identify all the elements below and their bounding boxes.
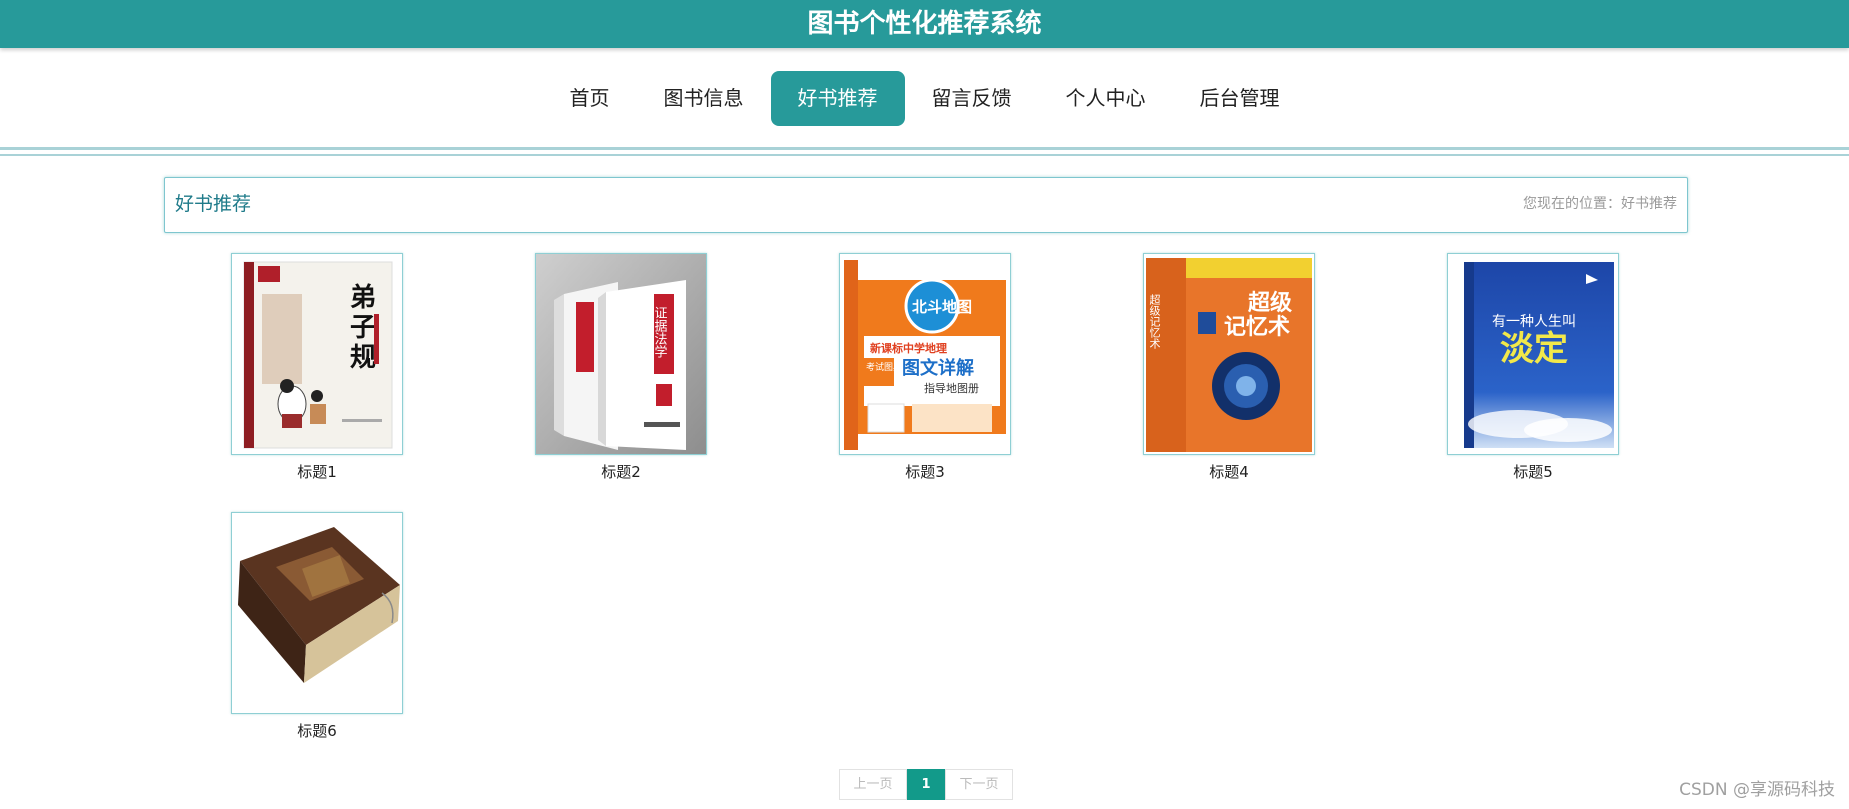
book-1-char-2: 子	[350, 313, 376, 343]
book-title-5[interactable]: 标题5	[1447, 461, 1619, 482]
book-title-2[interactable]: 标题2	[535, 461, 707, 482]
nav-item-book-info[interactable]: 图书信息	[637, 71, 771, 126]
nav-item-admin[interactable]: 后台管理	[1173, 71, 1307, 126]
book-3-badge: 考试图典	[866, 361, 902, 372]
book-4-spine-title: 超级记忆术	[1148, 293, 1161, 350]
breadcrumb: 您现在的位置：好书推荐	[1523, 196, 1677, 212]
book-cover-4[interactable]: 超级记忆术 超级 记忆术	[1143, 253, 1315, 455]
book-cover-3[interactable]: 北斗地图 新课标中学地理 图文详解 指导地图册 考试图典	[839, 253, 1011, 455]
book-cover-image-2: 证据法学	[536, 254, 706, 454]
prev-page-button[interactable]: 上一页	[839, 769, 907, 800]
book-cover-image-5: 有一种人生叫 淡定	[1448, 254, 1618, 454]
section-title: 好书推荐	[175, 193, 252, 215]
nav-item-feedback[interactable]: 留言反馈	[905, 71, 1039, 126]
watermark: CSDN @享源码科技	[1679, 780, 1835, 800]
book-5-subtitle: 有一种人生叫	[1492, 313, 1576, 329]
book-cover-image-6	[232, 513, 402, 713]
book-cover-2[interactable]: 证据法学	[535, 253, 707, 455]
book-3-brand: 北斗地图	[912, 298, 972, 316]
current-page-button[interactable]: 1	[907, 769, 945, 800]
book-cover-image-4: 超级记忆术 超级 记忆术	[1144, 254, 1314, 454]
book-cover-image-1: 弟 子 规	[232, 254, 402, 454]
book-cover-6[interactable]	[231, 512, 403, 714]
book-title-1[interactable]: 标题1	[231, 461, 403, 482]
book-cover-5[interactable]: 有一种人生叫 淡定	[1447, 253, 1619, 455]
section-header: 好书推荐 您现在的位置：好书推荐	[164, 177, 1688, 233]
book-3-series: 新课标中学地理	[870, 341, 947, 355]
book-4-title-line-1: 超级	[1248, 290, 1292, 315]
site-title: 图书个性化推荐系统	[807, 9, 1042, 39]
book-cover-image-3: 北斗地图 新课标中学地理 图文详解 指导地图册 考试图典	[840, 254, 1010, 454]
main-nav: 首页 图书信息 好书推荐 留言反馈 个人中心 后台管理	[0, 68, 1849, 128]
book-card-5[interactable]: 有一种人生叫 淡定 标题5	[1447, 253, 1619, 482]
book-3-title: 图文详解	[902, 357, 974, 378]
nav-item-personal-center[interactable]: 个人中心	[1039, 71, 1173, 126]
nav-divider-top	[0, 147, 1849, 150]
book-card-1[interactable]: 弟 子 规 标题1	[231, 253, 403, 482]
book-cover-1[interactable]: 弟 子 规	[231, 253, 403, 455]
book-title-4[interactable]: 标题4	[1143, 461, 1315, 482]
book-4-title-line-2: 记忆术	[1224, 314, 1290, 339]
book-card-6[interactable]: 标题6	[231, 512, 403, 741]
nav-item-home[interactable]: 首页	[543, 71, 637, 126]
book-1-char-3: 规	[350, 343, 376, 373]
book-card-2[interactable]: 证据法学 标题2	[535, 253, 707, 482]
book-title-3[interactable]: 标题3	[839, 461, 1011, 482]
book-title-6[interactable]: 标题6	[231, 720, 403, 741]
book-3-subtitle: 指导地图册	[924, 381, 979, 395]
book-2-title: 证据法学	[652, 306, 668, 358]
nav-divider-bottom	[0, 154, 1849, 156]
book-card-4[interactable]: 超级记忆术 超级 记忆术 标题4	[1143, 253, 1315, 482]
nav-item-recommend[interactable]: 好书推荐	[770, 70, 905, 126]
book-card-3[interactable]: 北斗地图 新课标中学地理 图文详解 指导地图册 考试图典 标题3	[839, 253, 1011, 482]
book-1-char-1: 弟	[350, 283, 376, 313]
pagination: 上一页 1 下一页	[839, 769, 1013, 800]
next-page-button[interactable]: 下一页	[945, 769, 1013, 800]
book-5-title: 淡定	[1500, 330, 1568, 368]
